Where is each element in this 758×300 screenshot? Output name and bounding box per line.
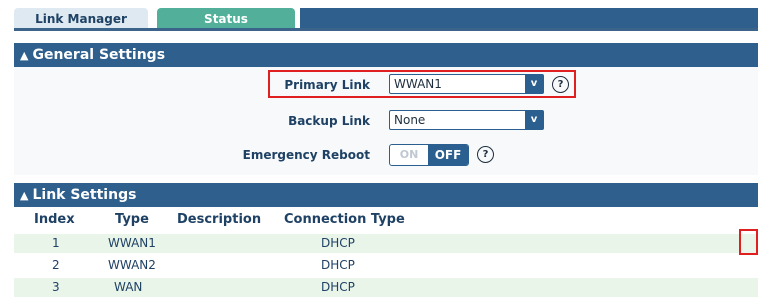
column-header-connection-type: Connection Type — [284, 212, 405, 227]
link-settings-title: Link Settings — [32, 187, 137, 203]
column-header-type: Type — [115, 212, 149, 227]
row-type: WAN — [114, 280, 143, 294]
primary-link-value: WWAN1 — [394, 77, 442, 91]
tab-bar: Link Manager Status — [0, 0, 758, 31]
tab-bar-fill — [300, 8, 758, 30]
general-settings-title: General Settings — [32, 47, 166, 63]
link-settings-header[interactable]: ▲ Link Settings — [14, 183, 758, 207]
row-connection-type: DHCP — [321, 236, 355, 250]
row-index: 3 — [52, 280, 60, 294]
primary-link-label: Primary Link — [284, 78, 370, 92]
toggle-off-label: OFF — [428, 145, 468, 165]
general-settings-panel — [14, 67, 758, 175]
table-row: 2 WWAN2 DHCP — [14, 256, 758, 275]
question-circle-icon[interactable]: ? — [477, 146, 494, 163]
column-header-index: Index — [34, 212, 75, 227]
row-connection-type: DHCP — [321, 258, 355, 272]
tab-status[interactable]: Status — [157, 8, 295, 30]
emergency-reboot-label: Emergency Reboot — [242, 148, 370, 162]
chevron-down-icon: v — [525, 111, 543, 129]
tab-link-manager[interactable]: Link Manager — [14, 8, 148, 30]
row-connection-type: DHCP — [321, 280, 355, 294]
row-type: WWAN2 — [108, 258, 156, 272]
column-header-description: Description — [177, 212, 262, 227]
row-index: 2 — [52, 258, 60, 272]
row-type: WWAN1 — [108, 236, 156, 250]
chevron-up-icon: ▲ — [20, 48, 29, 62]
row-index: 1 — [52, 236, 60, 250]
chevron-up-icon: ▲ — [20, 188, 29, 202]
primary-link-select[interactable]: WWAN1 v — [389, 74, 544, 94]
table-row: 1 WWAN1 DHCP — [14, 234, 758, 253]
chevron-down-icon: v — [525, 75, 543, 93]
backup-link-label: Backup Link — [288, 114, 370, 128]
toggle-on-label: ON — [399, 148, 419, 161]
emergency-reboot-toggle[interactable]: ON OFF — [389, 144, 469, 166]
table-row: 3 WAN DHCP — [14, 278, 758, 297]
backup-link-value: None — [394, 113, 426, 127]
general-settings-header[interactable]: ▲ General Settings — [14, 43, 758, 67]
question-circle-icon[interactable]: ? — [552, 76, 569, 93]
tab-bar-underline — [14, 28, 758, 31]
backup-link-select[interactable]: None v — [389, 110, 544, 130]
